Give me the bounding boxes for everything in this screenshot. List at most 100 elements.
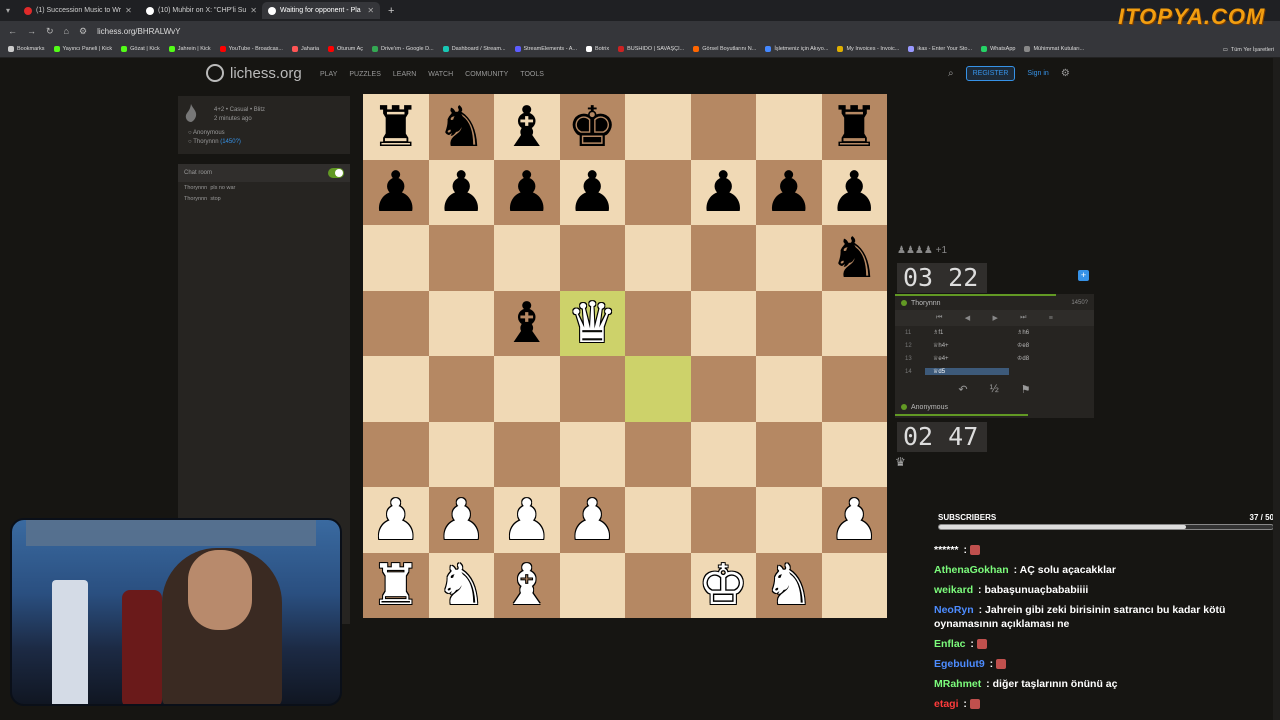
black-rook-piece[interactable]: ♜ xyxy=(829,98,879,155)
add-time-button[interactable]: + xyxy=(1078,270,1089,281)
board-square[interactable] xyxy=(625,487,691,553)
board-square[interactable]: ♟ xyxy=(494,159,560,225)
bookmark-item[interactable]: ikas - Enter Your Sto... xyxy=(908,46,972,52)
offer-draw-button[interactable]: ½ xyxy=(990,383,999,395)
board-square[interactable] xyxy=(428,421,494,487)
nav-learn[interactable]: LEARN xyxy=(393,71,416,78)
board-square[interactable]: ♚ xyxy=(559,94,625,160)
board-square[interactable] xyxy=(625,159,691,225)
board-square[interactable] xyxy=(428,290,494,356)
board-square[interactable]: ♝ xyxy=(494,290,560,356)
bookmark-item[interactable]: YouTube - Broadcas... xyxy=(219,46,283,52)
board-square[interactable] xyxy=(494,421,560,487)
board-square[interactable]: ♟ xyxy=(756,159,822,225)
board-square[interactable]: ♞ xyxy=(756,552,822,618)
next-move-icon[interactable]: ▶ xyxy=(992,314,997,322)
white-rook-piece[interactable]: ♜ xyxy=(371,557,421,613)
board-square[interactable]: ♟ xyxy=(363,159,429,225)
bookmark-item[interactable]: Görsel Boyutlarını N... xyxy=(693,46,756,52)
window-menu-icon[interactable]: ▾ xyxy=(6,6,10,15)
signin-link[interactable]: Sign in xyxy=(1027,70,1048,77)
nav-watch[interactable]: WATCH xyxy=(428,71,453,78)
bookmark-item[interactable]: Dashboard / Stream... xyxy=(442,46,506,52)
bookmark-item[interactable]: Jaharia xyxy=(291,46,319,52)
black-move[interactable]: ♔d8 xyxy=(1009,355,1093,362)
board-square[interactable]: ♞ xyxy=(428,94,494,160)
opponent-name[interactable]: Thorynnn xyxy=(911,300,941,307)
white-pawn-piece[interactable]: ♟ xyxy=(502,491,552,548)
board-square[interactable] xyxy=(756,421,822,487)
board-square[interactable] xyxy=(625,421,691,487)
url-input[interactable]: lichess.org/BHRALWvY xyxy=(97,27,180,36)
settings-gear-icon[interactable]: ⚙ xyxy=(1061,68,1070,79)
black-pawn-piece[interactable]: ♟ xyxy=(567,164,617,220)
white-pawn-piece[interactable]: ♟ xyxy=(371,491,421,548)
black-rook-piece[interactable]: ♜ xyxy=(371,98,421,155)
white-move[interactable]: ♕d5 xyxy=(925,368,1009,375)
board-square[interactable] xyxy=(821,421,887,487)
chess-board[interactable]: ♜ ♞ ♝ ♚ ♜ ♟ ♟ ♟ ♟ ♟ ♟ ♟ ♞ ♝ ♛ ♟ ♟ ♟ ♟ ♟ ♜ ♞ ♝ ♚ ♞ xyxy=(363,94,887,618)
board-square[interactable] xyxy=(428,356,494,422)
white-knight-piece[interactable]: ♞ xyxy=(764,557,814,613)
bookmark-item[interactable]: Mühimmat Kutuları... xyxy=(1024,46,1084,52)
board-square[interactable] xyxy=(690,356,756,422)
board-square[interactable] xyxy=(625,356,691,422)
site-info-icon[interactable]: ⚙ xyxy=(79,26,87,37)
board-square[interactable]: ♟ xyxy=(690,159,756,225)
board-square[interactable]: ♟ xyxy=(559,159,625,225)
white-pawn-piece[interactable]: ♟ xyxy=(829,491,879,548)
board-square[interactable]: ♝ xyxy=(494,552,560,618)
board-square[interactable]: ♟ xyxy=(494,487,560,553)
menu-icon[interactable]: ≡ xyxy=(1049,315,1053,322)
white-queen-piece[interactable]: ♛ xyxy=(567,295,617,351)
board-square[interactable] xyxy=(756,487,822,553)
bookmark-item[interactable]: StreamElements - A... xyxy=(514,46,577,52)
black-move[interactable]: ♗h6 xyxy=(1009,329,1093,336)
board-square[interactable]: ♟ xyxy=(428,487,494,553)
board-square[interactable] xyxy=(821,552,887,618)
white-player-name[interactable]: Anonymous xyxy=(193,130,225,136)
board-square[interactable] xyxy=(559,421,625,487)
reload-icon[interactable]: ↻ xyxy=(46,26,54,37)
player-name[interactable]: Anonymous xyxy=(911,404,948,411)
black-bishop-piece[interactable]: ♝ xyxy=(502,98,552,155)
board-square[interactable] xyxy=(625,290,691,356)
bookmark-item[interactable]: Bookmarks xyxy=(8,46,45,52)
board-square[interactable]: ♟ xyxy=(428,159,494,225)
board-square[interactable]: ♞ xyxy=(428,552,494,618)
white-king-piece[interactable]: ♚ xyxy=(698,557,748,613)
board-square[interactable] xyxy=(559,356,625,422)
lichess-logo[interactable]: lichess.org xyxy=(206,64,302,82)
bookmark-item[interactable]: Yayıncı Paneli | Kick xyxy=(53,46,112,52)
nav-play[interactable]: PLAY xyxy=(320,71,337,78)
board-square[interactable] xyxy=(363,290,429,356)
black-pawn-piece[interactable]: ♟ xyxy=(764,164,814,220)
bookmark-item[interactable]: Jahrein | Kick xyxy=(168,46,211,52)
tab-succession-music[interactable]: (1) Succession Music to Wr ✕ xyxy=(18,2,136,19)
page-scrollbar[interactable] xyxy=(1273,58,1280,720)
board-square[interactable]: ♝ xyxy=(494,94,560,160)
search-icon[interactable]: ⌕ xyxy=(948,68,954,79)
white-move[interactable]: ♕h4+ xyxy=(925,342,1009,349)
white-move[interactable]: ♗f1 xyxy=(925,329,1009,336)
black-pawn-piece[interactable]: ♟ xyxy=(502,164,552,220)
board-square[interactable] xyxy=(821,290,887,356)
board-square[interactable]: ♟ xyxy=(363,487,429,553)
new-tab-button[interactable]: + xyxy=(388,5,394,17)
tab-muhbir-x[interactable]: (10) Muhbir on X: "CHP'li Su ✕ xyxy=(140,2,258,19)
black-knight-piece[interactable]: ♞ xyxy=(829,229,879,286)
board-square[interactable] xyxy=(363,421,429,487)
board-square[interactable]: ♚ xyxy=(690,552,756,618)
board-square[interactable] xyxy=(625,552,691,618)
bookmark-item[interactable]: Botrix xyxy=(586,46,609,52)
board-square[interactable] xyxy=(559,552,625,618)
board-square[interactable] xyxy=(756,290,822,356)
board-square[interactable] xyxy=(756,94,822,160)
black-knight-piece[interactable]: ♞ xyxy=(436,98,486,155)
board-square[interactable]: ♜ xyxy=(363,94,429,160)
tab-lichess[interactable]: Waiting for opponent - Pla ✕ xyxy=(262,2,381,19)
board-square[interactable] xyxy=(756,356,822,422)
chat-toggle[interactable] xyxy=(328,168,344,178)
board-square[interactable] xyxy=(428,225,494,291)
board-square[interactable]: ♟ xyxy=(559,487,625,553)
